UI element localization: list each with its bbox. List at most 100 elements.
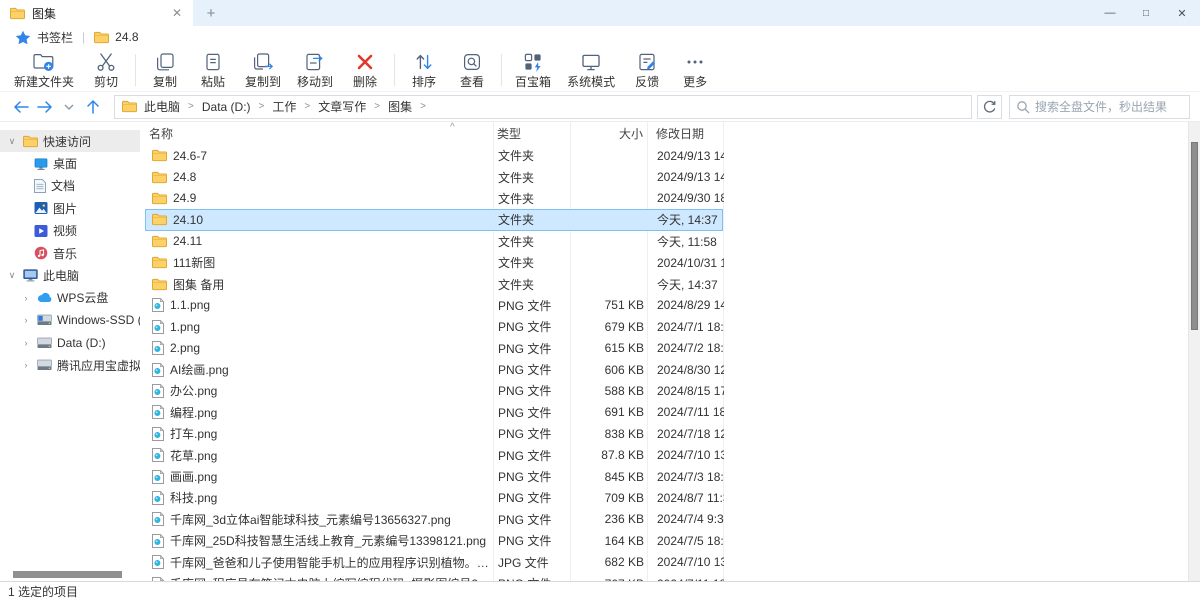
chevron-down-icon[interactable]: ∨: [6, 136, 18, 147]
file-row[interactable]: 打车.pngPNG 文件838 KB2024/7/18 12:...: [145, 423, 723, 444]
sidebar-item-cloud[interactable]: ›WPS云盘: [0, 287, 140, 309]
sidebar-item-document[interactable]: 文档: [0, 175, 140, 197]
sidebar-group-this-pc[interactable]: ∨此电脑: [0, 264, 140, 286]
up-button[interactable]: [82, 96, 104, 118]
bookmarks-label[interactable]: 书签栏: [37, 29, 73, 46]
toolbar-button-delete[interactable]: 删除: [341, 48, 389, 89]
file-row[interactable]: 1.pngPNG 文件679 KB2024/7/1 18:04: [145, 316, 723, 337]
file-row[interactable]: 24.6-7文件夹2024/9/13 14:...: [145, 145, 723, 166]
toolbar-button-label: 百宝箱: [515, 75, 551, 89]
file-row[interactable]: 2.pngPNG 文件615 KB2024/7/2 18:04: [145, 338, 723, 359]
pictures-icon: [34, 201, 48, 215]
toolbar-button-toolbox[interactable]: 百宝箱: [507, 48, 559, 89]
file-rows: 24.6-7文件夹2024/9/13 14:...24.8文件夹2024/9/1…: [145, 145, 1200, 581]
column-header-name[interactable]: 名称: [145, 125, 493, 142]
back-button[interactable]: [10, 96, 32, 118]
breadcrumb-segment[interactable]: Data (D:): [202, 100, 251, 114]
breadcrumb[interactable]: 此电脑>Data (D:)>工作>文章写作>图集>: [114, 95, 972, 119]
sidebar-item-drive-c[interactable]: ›Windows-SSD (C:): [0, 309, 140, 331]
file-row[interactable]: 24.10文件夹今天, 14:37: [145, 209, 723, 230]
bookmark-item-24-8[interactable]: 24.8: [115, 30, 138, 44]
toolbar-button-new-folder[interactable]: 新建文件夹: [6, 48, 82, 89]
folder-icon: [152, 171, 167, 184]
toolbar-button-sort[interactable]: 排序: [400, 48, 448, 89]
file-row[interactable]: 科技.pngPNG 文件709 KB2024/8/7 11:35: [145, 487, 723, 508]
toolbar-button-cut[interactable]: 剪切: [82, 48, 130, 89]
forward-button[interactable]: [34, 96, 56, 118]
file-type: 文件夹: [494, 190, 571, 207]
horizontal-scrollbar-thumb[interactable]: [13, 571, 122, 578]
file-row[interactable]: 千库网_3d立体ai智能球科技_元素编号13656327.pngPNG 文件23…: [145, 509, 723, 530]
toolbar-button-feedback[interactable]: 反馈: [623, 48, 671, 89]
file-date: 2024/7/5 18:43: [648, 534, 724, 548]
history-dropdown-button[interactable]: [58, 96, 80, 118]
toolbar-button-more[interactable]: 更多: [671, 48, 719, 89]
sidebar-item-music[interactable]: 音乐: [0, 242, 140, 264]
folder-icon: [94, 31, 109, 44]
sidebar-item-drive[interactable]: ›Data (D:): [0, 332, 140, 354]
vertical-scrollbar-thumb[interactable]: [1191, 142, 1198, 330]
toolbar-button-move-to[interactable]: 移动到: [289, 48, 341, 89]
file-date: 2024/8/29 14:...: [648, 298, 724, 312]
file-size: 767 KB: [571, 577, 648, 582]
file-row[interactable]: 24.8文件夹2024/9/13 14:...: [145, 166, 723, 187]
sidebar: ∨快速访问桌面文档图片视频音乐∨此电脑›WPS云盘›Windows-SSD (C…: [0, 122, 140, 581]
sidebar-group-quick-access[interactable]: ∨快速访问: [0, 130, 140, 152]
toolbar-button-copy[interactable]: 复制: [141, 48, 189, 89]
maximize-button[interactable]: □: [1128, 0, 1164, 26]
breadcrumb-segment[interactable]: 工作: [272, 98, 296, 115]
file-row[interactable]: 千库网_25D科技智慧生活线上教育_元素编号13398121.pngPNG 文件…: [145, 530, 723, 551]
chevron-right-icon[interactable]: ›: [20, 338, 32, 348]
file-row[interactable]: 24.9文件夹2024/9/30 18:...: [145, 188, 723, 209]
image-file-icon: [152, 512, 164, 526]
chevron-right-icon[interactable]: ›: [20, 293, 32, 303]
search-input[interactable]: [1035, 100, 1183, 114]
sidebar-item-pictures[interactable]: 图片: [0, 197, 140, 219]
file-row[interactable]: 111新图文件夹2024/10/31 1...: [145, 252, 723, 273]
refresh-button[interactable]: [977, 95, 1002, 119]
file-type: PNG 文件: [494, 382, 571, 399]
file-row[interactable]: 花草.pngPNG 文件87.8 KB2024/7/10 13:...: [145, 444, 723, 465]
breadcrumb-segment[interactable]: 文章写作: [318, 98, 366, 115]
sidebar-item-desktop[interactable]: 桌面: [0, 152, 140, 174]
file-row[interactable]: 千库网_程序员在笔记本电脑上编写编程代码_摄影图编号20511911.pngPN…: [145, 573, 723, 581]
file-row[interactable]: AI绘画.pngPNG 文件606 KB2024/8/30 12:...: [145, 359, 723, 380]
chevron-right-icon[interactable]: ›: [20, 315, 32, 325]
document-icon: [34, 179, 46, 193]
file-row[interactable]: 办公.pngPNG 文件588 KB2024/8/15 17:...: [145, 380, 723, 401]
file-row[interactable]: 1.1.pngPNG 文件751 KB2024/8/29 14:...: [145, 295, 723, 316]
file-name-cell: 千库网_爸爸和儿子使用智能手机上的应用程序识别植物。_摄影图编号1841217.…: [146, 554, 494, 571]
file-name-cell: AI绘画.png: [146, 361, 494, 378]
chevron-down-icon[interactable]: ∨: [6, 270, 18, 281]
folder-icon: [122, 100, 137, 113]
search-box[interactable]: [1009, 95, 1190, 119]
toolbar-button-system-mode[interactable]: 系统模式: [559, 48, 623, 89]
tab-active[interactable]: 图集 ✕: [0, 0, 193, 26]
file-type: 文件夹: [494, 276, 571, 293]
file-name-cell: 1.1.png: [146, 298, 494, 312]
image-file-icon: [152, 491, 164, 505]
vertical-scrollbar[interactable]: [1188, 122, 1200, 581]
tab-close-icon[interactable]: ✕: [169, 6, 185, 20]
file-row[interactable]: 编程.pngPNG 文件691 KB2024/7/11 18:...: [145, 402, 723, 423]
minimize-button[interactable]: —: [1092, 0, 1128, 26]
file-name-cell: 千库网_3d立体ai智能球科技_元素编号13656327.png: [146, 511, 494, 528]
breadcrumb-segment[interactable]: 图集: [388, 98, 412, 115]
sidebar-item-drive[interactable]: ›腾讯应用宝虚拟磁盘 (T:): [0, 354, 140, 376]
toolbar-button-copy-to[interactable]: 复制到: [237, 48, 289, 89]
file-row[interactable]: 图集 备用文件夹今天, 14:37: [145, 273, 723, 294]
toolbar-button-paste[interactable]: 粘贴: [189, 48, 237, 89]
copy-icon: [154, 50, 176, 74]
file-row[interactable]: 千库网_爸爸和儿子使用智能手机上的应用程序识别植物。_摄影图编号1841217.…: [145, 551, 723, 572]
sidebar-item-video[interactable]: 视频: [0, 220, 140, 242]
column-header-size[interactable]: 大小: [570, 125, 647, 142]
column-header-date[interactable]: 修改日期: [647, 125, 723, 142]
chevron-right-icon[interactable]: ›: [20, 360, 32, 370]
file-row[interactable]: 24.11文件夹今天, 11:58: [145, 231, 723, 252]
breadcrumb-segment[interactable]: 此电脑: [144, 98, 180, 115]
column-header-type[interactable]: 类型: [493, 125, 570, 142]
toolbar-button-view[interactable]: 查看: [448, 48, 496, 89]
new-tab-button[interactable]: +: [193, 0, 229, 26]
file-row[interactable]: 画画.pngPNG 文件845 KB2024/7/3 18:30: [145, 466, 723, 487]
close-button[interactable]: ✕: [1164, 0, 1200, 26]
